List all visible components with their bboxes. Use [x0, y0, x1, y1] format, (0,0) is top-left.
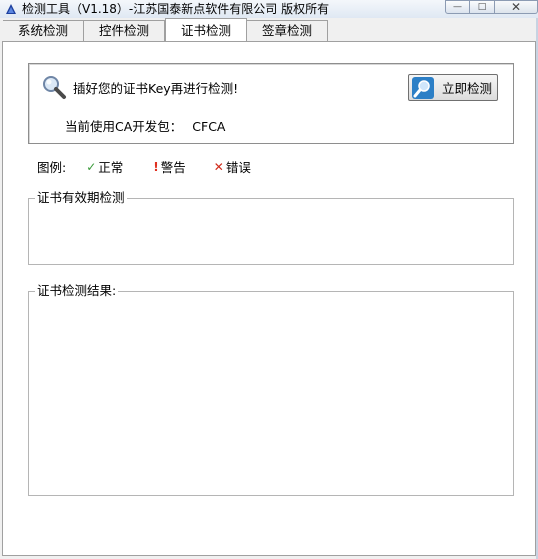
tab-cert-check[interactable]: 证书检测	[165, 18, 248, 41]
detect-now-button[interactable]: 立即检测	[408, 74, 498, 101]
magnifier-icon	[43, 76, 66, 99]
minimize-icon: —	[453, 2, 462, 12]
check-icon: ✓	[86, 159, 97, 174]
window-controls: — □ ✕	[445, 0, 538, 14]
detect-now-label: 立即检测	[442, 81, 493, 96]
maximize-button[interactable]: □	[470, 0, 495, 14]
legend-label: 图例:	[37, 160, 67, 175]
tab-control-check[interactable]: 控件检测	[84, 20, 166, 41]
close-button[interactable]: ✕	[495, 0, 538, 14]
error-icon: ✕	[213, 159, 224, 174]
legend-normal-label: 正常	[98, 160, 124, 175]
ca-package-value: CFCA	[192, 119, 226, 134]
legend: 图例: ✓ 正常 ! 警告 ✕ 错误	[37, 157, 251, 176]
cert-result-caption: 证书检测结果:	[35, 283, 119, 298]
tab-seal-check[interactable]: 签章检测	[247, 20, 329, 41]
tab-panel-cert: 插好您的证书Key再进行检测! 立即检测 当前使用CA开发包： CFCA 图例: …	[2, 41, 536, 556]
legend-item-normal: ✓ 正常	[86, 157, 123, 176]
legend-error-label: 错误	[225, 160, 251, 175]
minimize-button[interactable]: —	[445, 0, 470, 14]
close-icon: ✕	[510, 0, 522, 14]
warning-icon: !	[153, 159, 159, 174]
legend-warning-label: 警告	[160, 160, 186, 175]
magnifier-button-icon	[412, 76, 434, 99]
cert-result-group: 证书检测结果:	[28, 284, 514, 496]
cert-validity-group: 证书有效期检测	[28, 191, 514, 265]
tab-system-check[interactable]: 系统检测	[3, 20, 85, 41]
tab-strip: 系统检测 控件检测 证书检测 签章检测	[3, 18, 329, 41]
legend-item-warning: ! 警告	[153, 157, 186, 176]
cert-validity-caption: 证书有效期检测	[35, 190, 127, 205]
ca-package-label: 当前使用CA开发包：	[65, 119, 183, 134]
insert-key-box: 插好您的证书Key再进行检测! 立即检测 当前使用CA开发包： CFCA	[28, 63, 514, 144]
insert-key-message: 插好您的证书Key再进行检测!	[73, 81, 239, 96]
window-title: 检测工具（V1.18）-江苏国泰新点软件有限公司 版权所有	[22, 2, 330, 16]
legend-item-error: ✕ 错误	[214, 157, 251, 176]
maximize-icon: □	[477, 2, 487, 12]
app-triangle-icon	[6, 4, 16, 14]
title-bar: 检测工具（V1.18）-江苏国泰新点软件有限公司 版权所有 — □ ✕	[0, 0, 538, 18]
ca-package-row: 当前使用CA开发包： CFCA	[65, 116, 225, 135]
